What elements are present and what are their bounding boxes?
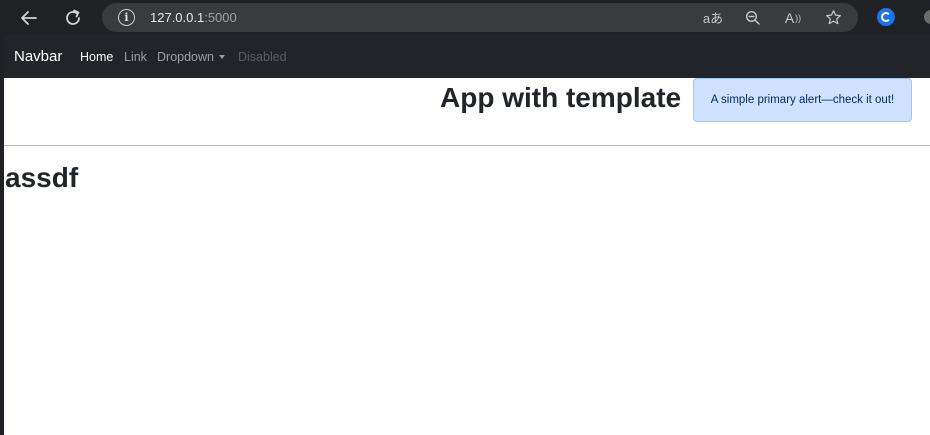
reload-icon[interactable] (59, 4, 87, 32)
caret-down-icon (218, 55, 225, 59)
font-size-icon[interactable]: A)) (782, 3, 804, 32)
navbar: Navbar Home Link Dropdown Disabled (4, 35, 930, 78)
url-text[interactable]: 127.0.0.1:5000 (150, 9, 237, 26)
browser-toolbar: i 127.0.0.1:5000 aあ A)) (0, 0, 930, 35)
shazam-extension-icon[interactable] (877, 8, 895, 26)
nav-link-home[interactable]: Home (80, 49, 113, 65)
page-content: Navbar Home Link Dropdown Disabled App w… (4, 35, 930, 435)
read-aloud-icon[interactable]: aあ (702, 3, 724, 32)
content-heading: assdf (5, 162, 79, 193)
info-icon[interactable]: i (118, 9, 135, 26)
url-host: 127.0.0.1 (150, 10, 205, 25)
star-icon[interactable] (822, 3, 844, 32)
back-arrow-icon[interactable] (15, 4, 43, 32)
page-title: App with template (440, 82, 682, 113)
zoom-out-icon[interactable] (742, 3, 764, 32)
nav-link-link[interactable]: Link (124, 49, 147, 65)
nav-link-disabled: Disabled (238, 50, 287, 64)
url-port: :5000 (204, 10, 237, 25)
primary-alert: A simple primary alert—check it out! (693, 78, 912, 122)
navbar-brand[interactable]: Navbar (14, 47, 62, 66)
nav-dropdown[interactable]: Dropdown (157, 49, 225, 65)
nav-dropdown-label: Dropdown (157, 50, 214, 64)
horizontal-rule (4, 145, 930, 146)
profile-icon[interactable] (924, 10, 930, 24)
font-size-icon-label: A (784, 9, 795, 26)
address-bar[interactable]: i 127.0.0.1:5000 aあ A)) (102, 3, 858, 32)
